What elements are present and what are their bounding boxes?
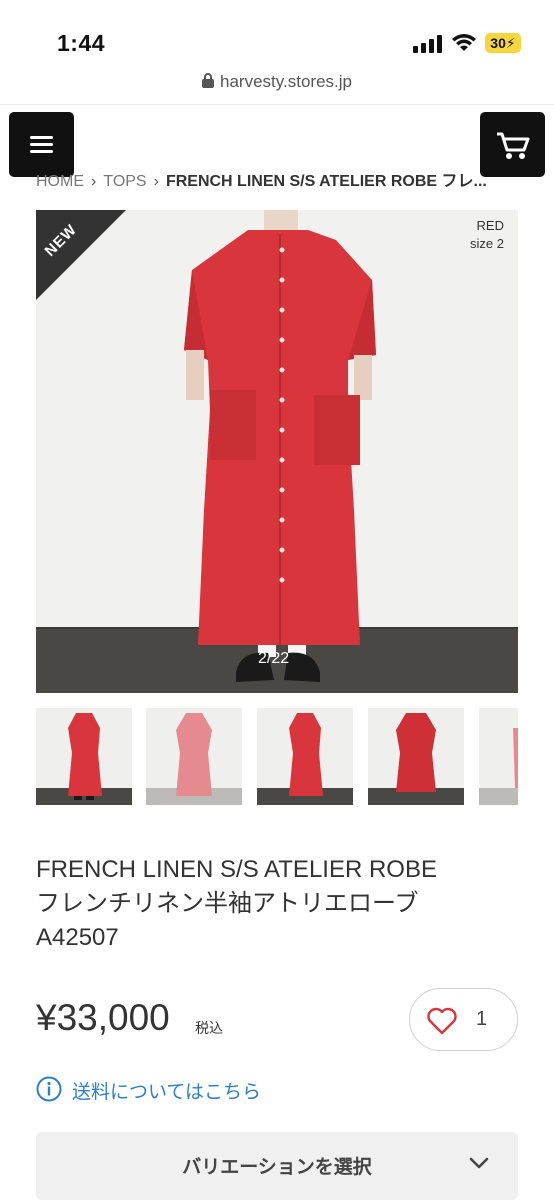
product-code: A42507 — [36, 924, 119, 951]
product-title-en: FRENCH LINEN S/S ATELIER ROBE — [36, 856, 437, 883]
thumbnail-photo — [479, 728, 518, 805]
breadcrumb: HOME › TOPS › FRENCH LINEN S/S ATELIER ROBE … — [36, 167, 516, 191]
battery-level: 30 — [490, 35, 506, 51]
heart-icon — [427, 1007, 457, 1035]
hamburger-icon — [30, 136, 53, 139]
breadcrumb-current: FRENCH LINEN S/S ATELIER ROBE フレ... — [165, 173, 487, 190]
url-text: harvesty.stores.jp — [220, 72, 352, 91]
shipping-link-text[interactable]: 送料についてはこちら — [72, 1077, 261, 1104]
tax-note: 税込 — [195, 1020, 223, 1036]
product-main-image[interactable]: NEW RED size 2 2/22 — [36, 210, 518, 693]
thumbnail-strip[interactable] — [36, 708, 518, 805]
like-button[interactable]: 1 — [409, 988, 518, 1051]
signal-icon — [413, 35, 443, 53]
chevron-right-icon: › — [153, 173, 159, 190]
chevron-right-icon: › — [91, 173, 97, 190]
breadcrumb-category[interactable]: TOPS — [103, 173, 146, 190]
thumbnail-photo — [257, 713, 353, 805]
variation-select-label: バリエーションを選択 — [182, 1157, 372, 1178]
thumbnail-5[interactable] — [479, 708, 518, 805]
status-bar: 1:44 30⚡ — [0, 0, 554, 70]
thumbnail-3[interactable] — [257, 708, 353, 805]
hamburger-icon-line — [30, 150, 53, 153]
url-bar[interactable]: harvesty.stores.jp — [0, 72, 554, 102]
thumbnail-photo — [146, 713, 242, 805]
breadcrumb-home[interactable]: HOME — [36, 173, 84, 190]
battery-icon: 30⚡ — [485, 33, 521, 53]
image-size-label: size 2 — [470, 236, 504, 251]
status-time: 1:44 — [57, 30, 106, 56]
wifi-icon — [452, 34, 476, 51]
chevron-down-icon — [469, 1157, 489, 1169]
thumbnail-1[interactable] — [36, 708, 132, 805]
hamburger-icon-line — [30, 143, 53, 146]
product-title: FRENCH LINEN S/S ATELIER ROBE フレンチリネン半袖ア… — [36, 853, 516, 955]
product-title-ja: フレンチリネン半袖アトリエローブ — [36, 890, 419, 917]
thumbnail-2[interactable] — [146, 708, 242, 805]
product-price: ¥33,000 — [36, 997, 170, 1038]
url-divider — [0, 104, 554, 105]
info-icon — [36, 1076, 62, 1102]
thumbnail-4[interactable] — [368, 708, 464, 805]
image-color-label: RED — [476, 218, 504, 233]
image-counter: 2/22 — [258, 650, 290, 667]
variation-select[interactable]: バリエーションを選択 — [36, 1132, 518, 1200]
image-caption: RED size 2 — [470, 217, 504, 253]
lock-icon — [202, 73, 215, 88]
thumbnail-photo — [368, 713, 464, 805]
thumbnail-photo — [36, 713, 132, 805]
like-count: 1 — [476, 1008, 488, 1030]
